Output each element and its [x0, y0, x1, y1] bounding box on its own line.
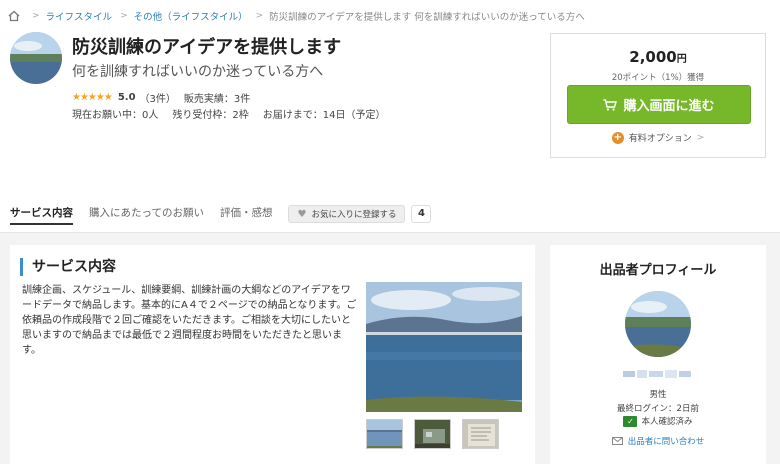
tab-reviews[interactable]: 評価・感想	[220, 203, 273, 225]
contact-seller-label: 出品者に問い合わせ	[627, 437, 705, 447]
service-avatar	[10, 32, 62, 84]
cart-icon	[603, 98, 618, 111]
thumbnail-image[interactable]	[462, 419, 499, 449]
verified-check-icon: ✓	[623, 415, 638, 427]
price-value: 2,000	[629, 48, 677, 66]
thumbnail-image[interactable]	[414, 419, 451, 449]
thumbnail-strip	[366, 419, 499, 449]
breadcrumb-current: 防災訓練のアイデアを提供します 何を訓練すればいいのか迷っている方へ	[269, 12, 585, 23]
breadcrumb: > ライフスタイル > その他（ライフスタイル） > 防災訓練のアイデアを提供し…	[8, 8, 585, 24]
chevron-right-icon: >	[696, 132, 705, 143]
section-title: サービス内容	[20, 258, 116, 276]
status-row: 現在お願い中：0人 残り受付枠：2枠 お届けまで：14日（予定）	[72, 106, 385, 121]
plus-circle-icon: +	[611, 131, 624, 144]
sales-label: 販売実績：	[183, 94, 234, 105]
chevron-right-icon: >	[255, 11, 264, 21]
breadcrumb-link-lifestyle[interactable]: ライフスタイル	[46, 9, 113, 23]
service-content-card: サービス内容 訓練企画、スケジュール、訓練要綱、訓練計画の大綱などのアイデアをワ…	[10, 245, 535, 464]
star-rating-icon: ★★★★★	[72, 92, 113, 103]
favorite-button[interactable]: ♥ お気に入りに登録する	[288, 205, 406, 223]
purchase-box: 2,000円 20ポイント（1%）獲得 購入画面に進む + 有料オプション >	[550, 33, 766, 158]
service-subtitle: 何を訓練すればいいのか迷っている方へ	[72, 64, 324, 80]
rating-value: 5.0	[117, 92, 136, 103]
seller-verified-label: 本人確認済み	[641, 417, 693, 427]
home-icon[interactable]	[8, 10, 20, 22]
delivery-time: お届けまで：14日（予定）	[262, 110, 386, 121]
contact-seller-link[interactable]: 出品者に問い合わせ	[550, 435, 766, 447]
mail-icon	[611, 437, 623, 445]
chevron-right-icon: >	[32, 11, 40, 21]
review-count[interactable]: （3件）	[140, 90, 176, 105]
service-description: 訓練企画、スケジュール、訓練要綱、訓練計画の大綱などのアイデアをワードデータで納…	[22, 285, 357, 356]
seller-avatar[interactable]	[625, 291, 691, 357]
heart-icon: ♥	[297, 208, 307, 220]
seller-gender: 男性	[649, 390, 667, 400]
purchase-button-label: 購入画面に進む	[623, 99, 715, 114]
purchase-button[interactable]: 購入画面に進む	[567, 85, 751, 124]
seller-last-login: 最終ログイン：2日前	[617, 404, 699, 414]
current-requests: 現在お願い中：0人	[72, 110, 159, 121]
tab-service-content[interactable]: サービス内容	[10, 203, 73, 225]
favorite-count: 4	[411, 205, 432, 223]
rating-row: ★★★★★ 5.0 （3件） 販売実績： 3件	[72, 90, 250, 105]
paid-option-link[interactable]: + 有料オプション >	[551, 131, 765, 144]
price-currency: 円	[676, 54, 687, 65]
service-main-image[interactable]	[366, 282, 522, 412]
thumbnail-image[interactable]	[366, 419, 403, 449]
points-info: 20ポイント（1%）獲得	[611, 73, 705, 83]
chevron-right-icon: >	[120, 11, 128, 21]
seller-name-blurred	[623, 370, 691, 378]
paid-option-label: 有料オプション	[628, 134, 692, 144]
service-title: 防災訓練のアイデアを提供します	[72, 37, 342, 58]
seller-profile-card: 出品者プロフィール 男性 最終ログイン：2日前 ✓ 本人確認済み 出品者に問い合…	[550, 245, 766, 464]
tab-bar: サービス内容 購入にあたってのお願い 評価・感想 ♥ お気に入りに登録する 4	[10, 203, 432, 225]
seller-verified: ✓ 本人確認済み	[550, 415, 766, 427]
favorite-button-label: お気に入りに登録する	[311, 210, 397, 220]
price: 2,000円	[551, 48, 765, 66]
breadcrumb-link-other[interactable]: その他（ライフスタイル）	[134, 9, 248, 23]
seller-profile-title: 出品者プロフィール	[599, 263, 717, 278]
tab-purchase-notes[interactable]: 購入にあたってのお願い	[89, 203, 204, 225]
sales-value: 3件	[233, 94, 251, 105]
remaining-slots: 残り受付枠：2枠	[172, 110, 249, 121]
